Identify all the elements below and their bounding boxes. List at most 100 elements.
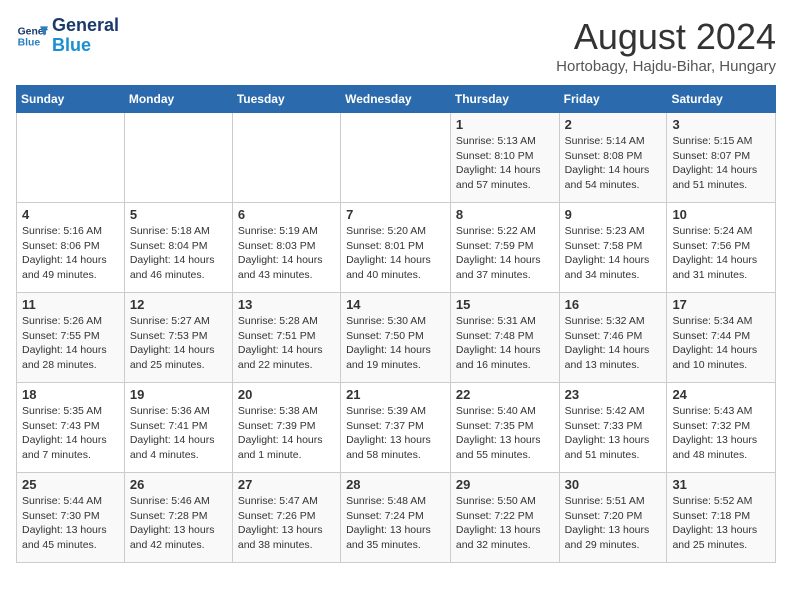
- day-number: 17: [672, 297, 770, 312]
- day-cell: 6Sunrise: 5:19 AM Sunset: 8:03 PM Daylig…: [232, 203, 340, 293]
- day-number: 19: [130, 387, 227, 402]
- day-number: 12: [130, 297, 227, 312]
- day-info: Sunrise: 5:42 AM Sunset: 7:33 PM Dayligh…: [565, 404, 662, 463]
- day-info: Sunrise: 5:18 AM Sunset: 8:04 PM Dayligh…: [130, 224, 227, 283]
- week-row-5: 25Sunrise: 5:44 AM Sunset: 7:30 PM Dayli…: [17, 473, 776, 563]
- day-number: 30: [565, 477, 662, 492]
- day-number: 16: [565, 297, 662, 312]
- day-info: Sunrise: 5:13 AM Sunset: 8:10 PM Dayligh…: [456, 134, 554, 193]
- day-info: Sunrise: 5:20 AM Sunset: 8:01 PM Dayligh…: [346, 224, 445, 283]
- calendar-body: 1 Sunrise: 5:13 AM Sunset: 8:10 PM Daylig…: [17, 113, 776, 563]
- week-row-4: 18Sunrise: 5:35 AM Sunset: 7:43 PM Dayli…: [17, 383, 776, 473]
- day-number: 15: [456, 297, 554, 312]
- logo: General Blue General Blue: [16, 16, 119, 56]
- day-cell: 21 Sunrise: 5:39 AM Sunset: 7:37 PM Dayli…: [341, 383, 451, 473]
- day-info: Sunrise: 5:46 AM Sunset: 7:28 PM Dayligh…: [130, 494, 227, 553]
- day-number: 27: [238, 477, 335, 492]
- header-monday: Monday: [124, 86, 232, 113]
- day-info: Sunrise: 5:51 AM Sunset: 7:20 PM Dayligh…: [565, 494, 662, 553]
- day-number: 11: [22, 297, 119, 312]
- day-cell: 10 Sunrise: 5:24 AM Sunset: 7:56 PM Dayli…: [667, 203, 776, 293]
- day-cell: 8 Sunrise: 5:22 AM Sunset: 7:59 PM Daylig…: [450, 203, 559, 293]
- day-info: Sunrise: 5:28 AM Sunset: 7:51 PM Dayligh…: [238, 314, 335, 373]
- week-row-2: 4 Sunrise: 5:16 AM Sunset: 8:06 PM Daylig…: [17, 203, 776, 293]
- day-cell: 3 Sunrise: 5:15 AM Sunset: 8:07 PM Daylig…: [667, 113, 776, 203]
- day-number: 22: [456, 387, 554, 402]
- day-number: 9: [565, 207, 662, 222]
- day-cell: 18Sunrise: 5:35 AM Sunset: 7:43 PM Dayli…: [17, 383, 125, 473]
- day-cell: 25Sunrise: 5:44 AM Sunset: 7:30 PM Dayli…: [17, 473, 125, 563]
- day-cell: 5 Sunrise: 5:18 AM Sunset: 8:04 PM Daylig…: [124, 203, 232, 293]
- day-number: 10: [672, 207, 770, 222]
- day-info: Sunrise: 5:22 AM Sunset: 7:59 PM Dayligh…: [456, 224, 554, 283]
- day-info: Sunrise: 5:52 AM Sunset: 7:18 PM Dayligh…: [672, 494, 770, 553]
- logo-icon: General Blue: [16, 20, 48, 52]
- calendar-table: Sunday Monday Tuesday Wednesday Thursday…: [16, 85, 776, 563]
- day-cell: 30 Sunrise: 5:51 AM Sunset: 7:20 PM Dayli…: [559, 473, 667, 563]
- day-number: 7: [346, 207, 445, 222]
- header-sunday: Sunday: [17, 86, 125, 113]
- day-cell: 31 Sunrise: 5:52 AM Sunset: 7:18 PM Dayli…: [667, 473, 776, 563]
- day-number: 24: [672, 387, 770, 402]
- day-cell: 14 Sunrise: 5:30 AM Sunset: 7:50 PM Dayli…: [341, 293, 451, 383]
- day-info: Sunrise: 5:44 AM Sunset: 7:30 PM Dayligh…: [22, 494, 119, 553]
- day-cell: 7 Sunrise: 5:20 AM Sunset: 8:01 PM Daylig…: [341, 203, 451, 293]
- day-cell: [232, 113, 340, 203]
- day-cell: 19Sunrise: 5:36 AM Sunset: 7:41 PM Dayli…: [124, 383, 232, 473]
- day-info: Sunrise: 5:15 AM Sunset: 8:07 PM Dayligh…: [672, 134, 770, 193]
- day-number: 28: [346, 477, 445, 492]
- day-cell: 2Sunrise: 5:14 AM Sunset: 8:08 PM Daylig…: [559, 113, 667, 203]
- day-number: 31: [672, 477, 770, 492]
- day-info: Sunrise: 5:30 AM Sunset: 7:50 PM Dayligh…: [346, 314, 445, 373]
- day-cell: 12 Sunrise: 5:27 AM Sunset: 7:53 PM Dayli…: [124, 293, 232, 383]
- day-number: 4: [22, 207, 119, 222]
- day-info: Sunrise: 5:16 AM Sunset: 8:06 PM Dayligh…: [22, 224, 119, 283]
- day-number: 21: [346, 387, 445, 402]
- day-cell: [124, 113, 232, 203]
- day-cell: 17Sunrise: 5:34 AM Sunset: 7:44 PM Dayli…: [667, 293, 776, 383]
- day-number: 5: [130, 207, 227, 222]
- day-number: 26: [130, 477, 227, 492]
- day-cell: 13 Sunrise: 5:28 AM Sunset: 7:51 PM Dayli…: [232, 293, 340, 383]
- logo-line2: Blue: [52, 35, 91, 55]
- day-info: Sunrise: 5:19 AM Sunset: 8:03 PM Dayligh…: [238, 224, 335, 283]
- svg-text:Blue: Blue: [18, 37, 41, 48]
- day-cell: 1 Sunrise: 5:13 AM Sunset: 8:10 PM Daylig…: [450, 113, 559, 203]
- day-cell: 24Sunrise: 5:43 AM Sunset: 7:32 PM Dayli…: [667, 383, 776, 473]
- day-info: Sunrise: 5:50 AM Sunset: 7:22 PM Dayligh…: [456, 494, 554, 553]
- week-row-1: 1 Sunrise: 5:13 AM Sunset: 8:10 PM Daylig…: [17, 113, 776, 203]
- day-number: 8: [456, 207, 554, 222]
- day-cell: [341, 113, 451, 203]
- header-wednesday: Wednesday: [341, 86, 451, 113]
- day-number: 1: [456, 117, 554, 132]
- location-subtitle: Hortobagy, Hajdu-Bihar, Hungary: [556, 58, 776, 75]
- day-number: 13: [238, 297, 335, 312]
- day-info: Sunrise: 5:27 AM Sunset: 7:53 PM Dayligh…: [130, 314, 227, 373]
- week-row-3: 11 Sunrise: 5:26 AM Sunset: 7:55 PM Dayli…: [17, 293, 776, 383]
- day-info: Sunrise: 5:26 AM Sunset: 7:55 PM Dayligh…: [22, 314, 119, 373]
- header-row: Sunday Monday Tuesday Wednesday Thursday…: [17, 86, 776, 113]
- day-info: Sunrise: 5:31 AM Sunset: 7:48 PM Dayligh…: [456, 314, 554, 373]
- day-cell: 11 Sunrise: 5:26 AM Sunset: 7:55 PM Dayli…: [17, 293, 125, 383]
- day-cell: [17, 113, 125, 203]
- day-cell: 27Sunrise: 5:47 AM Sunset: 7:26 PM Dayli…: [232, 473, 340, 563]
- month-title: August 2024: [556, 16, 776, 58]
- day-number: 18: [22, 387, 119, 402]
- day-info: Sunrise: 5:48 AM Sunset: 7:24 PM Dayligh…: [346, 494, 445, 553]
- day-cell: 28 Sunrise: 5:48 AM Sunset: 7:24 PM Dayli…: [341, 473, 451, 563]
- day-number: 3: [672, 117, 770, 132]
- day-number: 2: [565, 117, 662, 132]
- header-tuesday: Tuesday: [232, 86, 340, 113]
- header-friday: Friday: [559, 86, 667, 113]
- day-info: Sunrise: 5:24 AM Sunset: 7:56 PM Dayligh…: [672, 224, 770, 283]
- day-info: Sunrise: 5:32 AM Sunset: 7:46 PM Dayligh…: [565, 314, 662, 373]
- day-cell: 4 Sunrise: 5:16 AM Sunset: 8:06 PM Daylig…: [17, 203, 125, 293]
- day-info: Sunrise: 5:39 AM Sunset: 7:37 PM Dayligh…: [346, 404, 445, 463]
- day-cell: 22Sunrise: 5:40 AM Sunset: 7:35 PM Dayli…: [450, 383, 559, 473]
- day-number: 14: [346, 297, 445, 312]
- day-cell: 26 Sunrise: 5:46 AM Sunset: 7:28 PM Dayli…: [124, 473, 232, 563]
- day-cell: 16 Sunrise: 5:32 AM Sunset: 7:46 PM Dayli…: [559, 293, 667, 383]
- day-cell: 9Sunrise: 5:23 AM Sunset: 7:58 PM Daylig…: [559, 203, 667, 293]
- day-cell: 20Sunrise: 5:38 AM Sunset: 7:39 PM Dayli…: [232, 383, 340, 473]
- header-thursday: Thursday: [450, 86, 559, 113]
